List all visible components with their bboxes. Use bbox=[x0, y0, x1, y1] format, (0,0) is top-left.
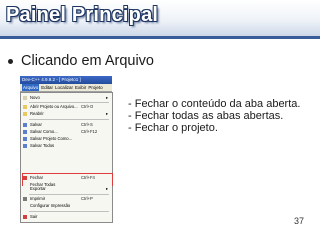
description-line: - Fechar todas as abas abertas. bbox=[128, 110, 284, 122]
bullet-text: Clicando em Arquivo bbox=[21, 53, 154, 69]
bullet-item: Clicando em Arquivo bbox=[8, 53, 154, 69]
menu-item-configurar-impressao[interactable]: Configurar Impressão bbox=[21, 203, 112, 209]
menu-item-abrir[interactable]: Abrir Projeto ou Arquivo... Ctrl+O bbox=[21, 104, 112, 110]
slide-title-bar: Painel Principal bbox=[0, 0, 320, 39]
description-line: - Fechar o projeto. bbox=[128, 122, 218, 134]
menu-exibir[interactable]: Exibir bbox=[75, 84, 86, 91]
submenu-arrow-icon: ▸ bbox=[106, 186, 109, 191]
menu-item-novo[interactable]: Novo ▸ bbox=[21, 95, 112, 101]
menu-localizar[interactable]: Localizar bbox=[55, 84, 73, 91]
menu-item-salvar[interactable]: Salvar Ctrl+S bbox=[21, 122, 112, 128]
menu-item-salvar-todos[interactable]: Salvar Todos bbox=[21, 143, 112, 149]
open-folder-icon bbox=[23, 105, 27, 109]
slide-title: Painel Principal bbox=[6, 4, 159, 26]
ide-window-title: Dev-C++ 4.9.9.2 - [ Projeto1 ] bbox=[20, 76, 112, 84]
file-menu-dropdown-bottom: Exportar ▸ Imprimir Ctrl+P Configurar Im… bbox=[20, 186, 113, 223]
menu-item-reabrir[interactable]: Reabrir ▸ bbox=[21, 111, 112, 117]
page-number: 37 bbox=[294, 216, 305, 226]
exit-icon bbox=[23, 215, 27, 219]
menu-projeto[interactable]: Projeto bbox=[88, 84, 102, 91]
print-icon bbox=[23, 197, 27, 201]
new-file-icon bbox=[23, 96, 27, 100]
menu-item-exportar[interactable]: Exportar ▸ bbox=[21, 186, 112, 192]
title-underline bbox=[0, 36, 320, 39]
ide-screenshot-bottom: Exportar ▸ Imprimir Ctrl+P Configurar Im… bbox=[20, 186, 113, 223]
save-all-icon bbox=[23, 144, 27, 148]
menu-separator bbox=[29, 119, 109, 120]
save-icon bbox=[23, 123, 27, 127]
menu-item-salvar-como[interactable]: Salvar Como... Ctrl+F12 bbox=[21, 129, 112, 135]
menu-editar[interactable]: Editar bbox=[41, 84, 53, 91]
menu-item-salvar-projeto-como[interactable]: Salvar Projeto Como... bbox=[21, 136, 112, 142]
description-line: - Fechar o conteúdo da aba aberta. bbox=[128, 98, 301, 110]
menu-separator bbox=[29, 211, 109, 212]
ide-menu-bar: Arquivo Editar Localizar Exibir Projeto bbox=[20, 84, 112, 92]
menu-separator bbox=[29, 194, 109, 195]
submenu-arrow-icon: ▸ bbox=[106, 111, 109, 116]
menu-item-sair[interactable]: Sair bbox=[21, 214, 112, 220]
save-project-icon bbox=[23, 137, 27, 141]
menu-separator bbox=[29, 102, 109, 103]
description-block: - Fechar o conteúdo da aba aberta. - Fec… bbox=[128, 98, 300, 134]
bullet-dot-icon bbox=[8, 58, 13, 64]
submenu-arrow-icon: ▸ bbox=[106, 95, 109, 100]
menu-arquivo[interactable]: Arquivo bbox=[22, 84, 40, 91]
reopen-icon bbox=[23, 112, 27, 116]
save-as-icon bbox=[23, 130, 27, 134]
menu-item-imprimir[interactable]: Imprimir Ctrl+P bbox=[21, 196, 112, 202]
